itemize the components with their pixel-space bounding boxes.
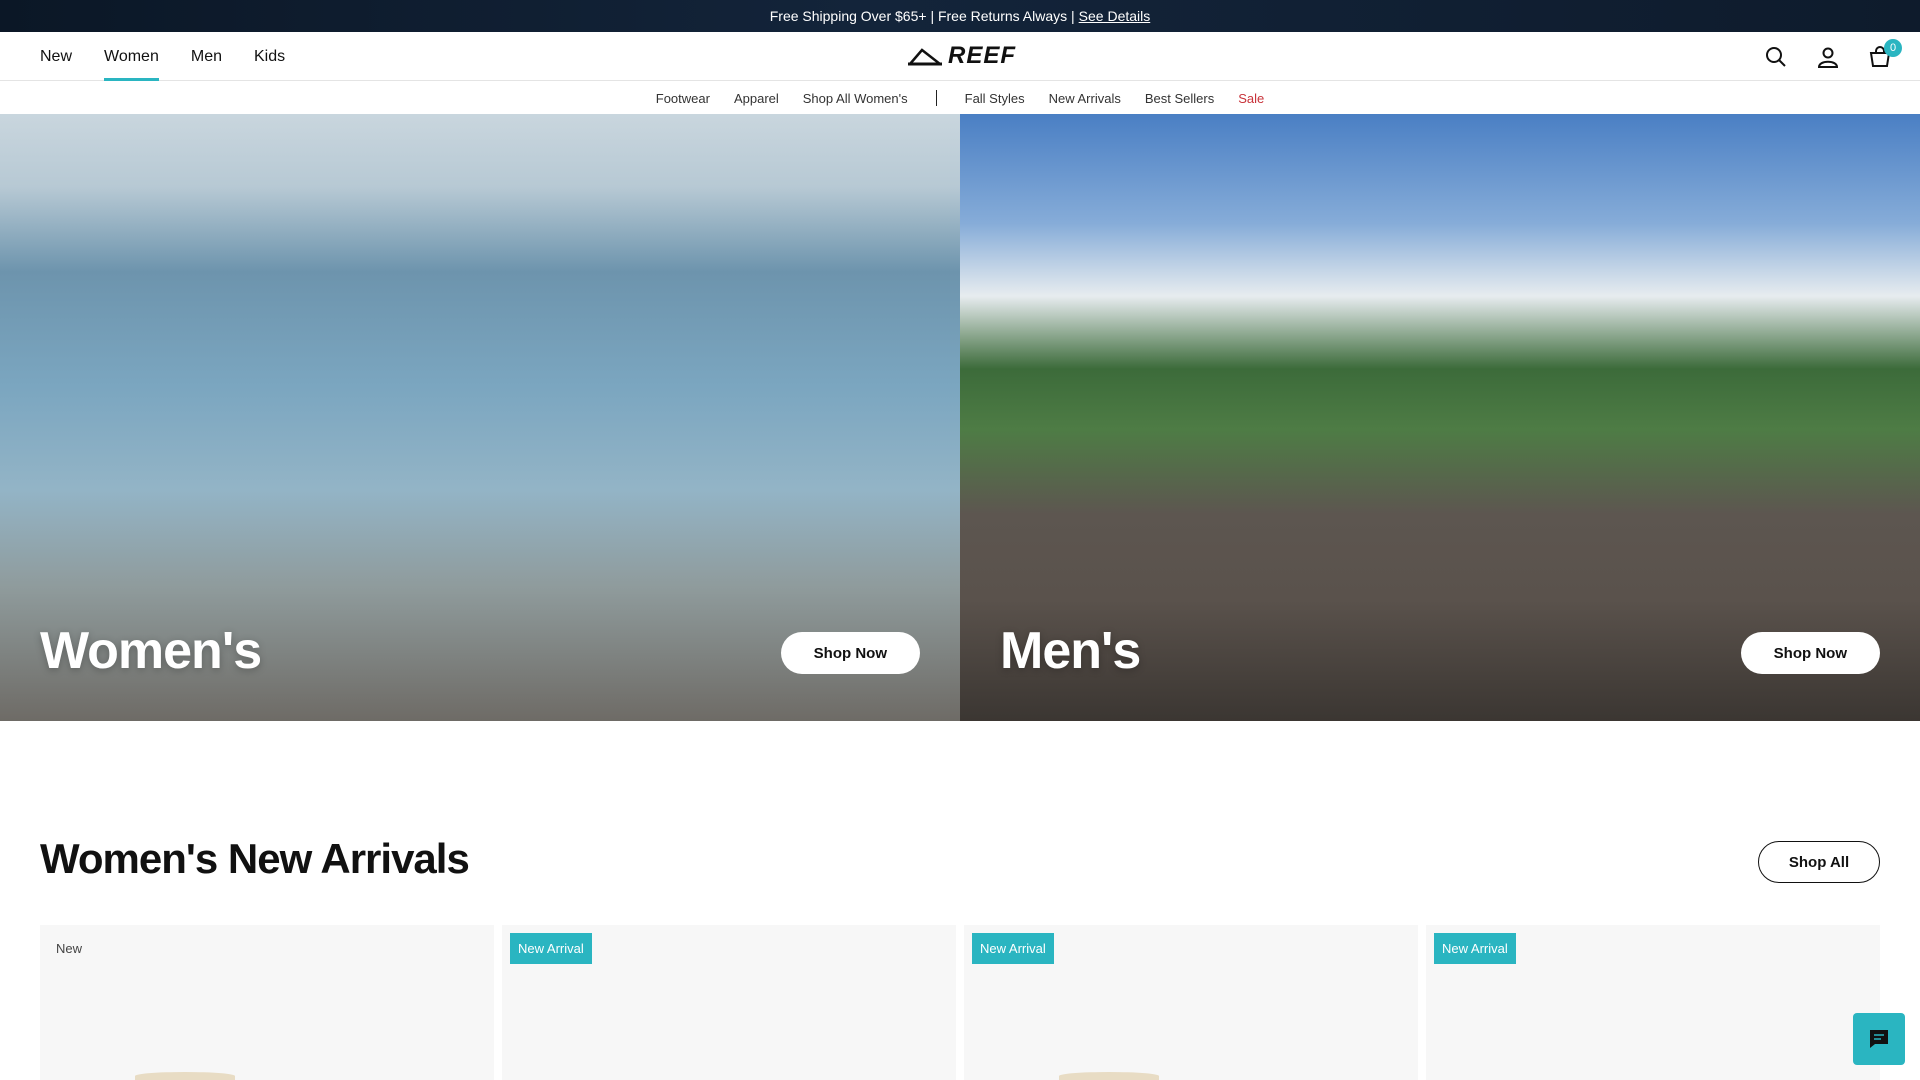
logo-text: REEF (948, 42, 1017, 69)
cart-count-badge: 0 (1884, 38, 1902, 57)
header-icons: 0 (1764, 32, 1902, 81)
shop-all-button[interactable]: Shop All (1758, 841, 1880, 883)
product-card[interactable]: New Arrival (502, 925, 956, 1080)
womens-hero-title: Women's (40, 622, 262, 680)
site-header: New Women Men Kids REEF 0 (0, 32, 1920, 81)
hero-banner: Women's Shop Now Men's Shop Now (0, 114, 1920, 721)
product-card[interactable]: New Arrival (964, 925, 1418, 1080)
subnav-best-sellers[interactable]: Best Sellers (1145, 91, 1214, 106)
product-grid: New New Arrival New Arrival New Arrival (40, 925, 1880, 1080)
announcement-text: Free Shipping Over $65+ | Free Returns A… (769, 8, 1075, 24)
nav-kids[interactable]: Kids (254, 32, 285, 81)
womens-hero-image[interactable]: Women's Shop Now (0, 114, 960, 721)
product-image (135, 1072, 235, 1080)
reef-logo[interactable]: REEF (908, 40, 1016, 72)
product-image (1059, 1072, 1159, 1080)
product-badge: New (56, 941, 83, 956)
search-icon[interactable] (1764, 45, 1788, 69)
womens-shop-now-button[interactable]: Shop Now (780, 632, 920, 674)
product-badge: New Arrival (510, 933, 592, 964)
product-card[interactable]: New (40, 925, 494, 1080)
nav-women[interactable]: Women (104, 32, 159, 81)
subnav-footwear[interactable]: Footwear (656, 91, 710, 106)
product-badge: New Arrival (972, 933, 1054, 964)
chat-button[interactable] (1853, 1013, 1905, 1065)
chat-icon (1870, 1030, 1888, 1048)
mens-hero-image[interactable]: Men's Shop Now (960, 114, 1920, 721)
product-badge: New Arrival (1434, 933, 1516, 964)
product-card[interactable]: New Arrival (1426, 925, 1880, 1080)
nav-new[interactable]: New (40, 32, 72, 81)
subnav-divider (935, 90, 937, 106)
subnav-sale[interactable]: Sale (1238, 91, 1264, 106)
announcement-bar: Free Shipping Over $65+ | Free Returns A… (0, 0, 1920, 32)
main-nav: New Women Men Kids (40, 32, 285, 81)
mens-shop-now-button[interactable]: Shop Now (1740, 632, 1880, 674)
mens-hero-title: Men's (1000, 622, 1141, 680)
reef-logo-icon (908, 48, 942, 66)
nav-men[interactable]: Men (191, 32, 222, 81)
subnav-apparel[interactable]: Apparel (734, 91, 779, 106)
subnav-fall-styles[interactable]: Fall Styles (965, 91, 1025, 106)
subnav-shop-all-womens[interactable]: Shop All Women's (803, 91, 908, 106)
section-title: Women's New Arrivals (40, 835, 470, 882)
see-details-link[interactable]: See Details (1079, 8, 1151, 24)
sub-nav: Footwear Apparel Shop All Women's Fall S… (0, 82, 1920, 114)
subnav-new-arrivals[interactable]: New Arrivals (1049, 91, 1121, 106)
cart-icon[interactable]: 0 (1868, 38, 1902, 69)
account-icon[interactable] (1816, 45, 1840, 69)
